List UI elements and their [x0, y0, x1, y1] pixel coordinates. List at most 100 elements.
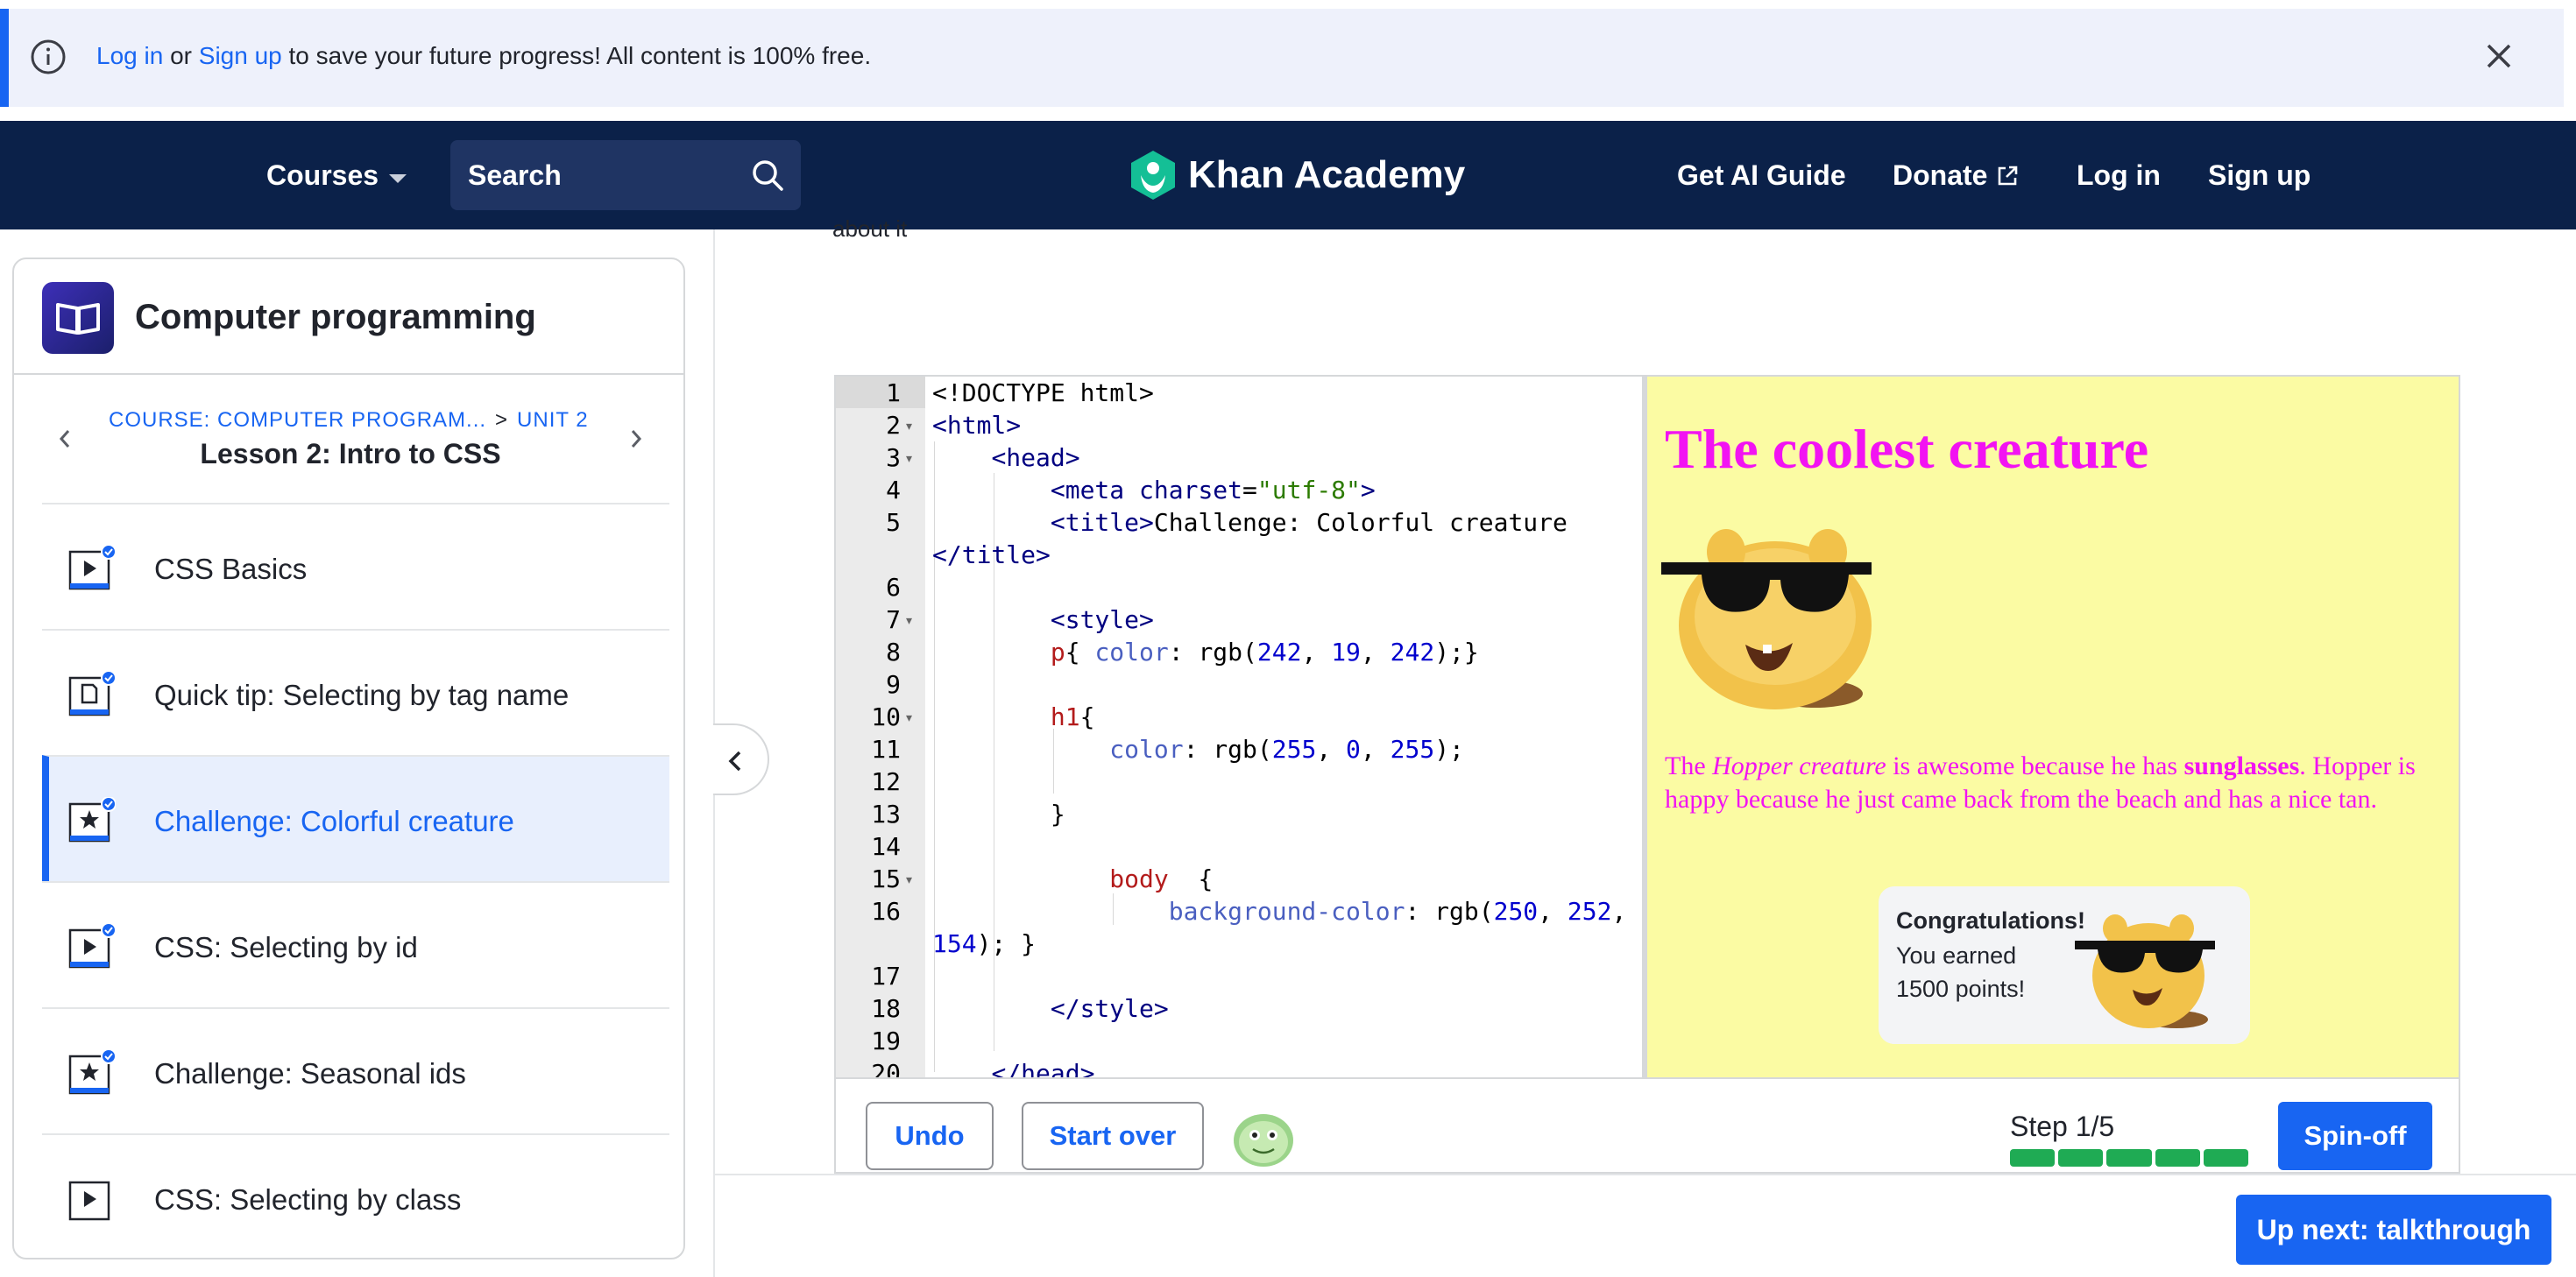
code-line: <html>	[932, 411, 1022, 440]
spin-off-button[interactable]: Spin-off	[2278, 1102, 2432, 1170]
fold-arrow-icon[interactable]: ▾	[906, 451, 912, 466]
star-icon	[68, 797, 116, 843]
chevron-right-icon[interactable]	[626, 426, 647, 452]
progress-segment	[2106, 1149, 2152, 1167]
fold-arrow-icon[interactable]: ▾	[906, 613, 912, 628]
search-icon[interactable]	[750, 158, 785, 193]
chevron-down-icon	[389, 173, 407, 183]
lesson-title: Lesson 2: Intro to CSS	[200, 438, 501, 469]
line-number: 16	[871, 897, 901, 926]
preview-para-emphasis: Hopper creature	[1712, 751, 1886, 780]
undo-button[interactable]: Undo	[866, 1102, 994, 1170]
line-number: 19	[871, 1027, 901, 1055]
preview-para-text: The	[1665, 751, 1713, 780]
line-number: 12	[871, 767, 901, 796]
code-editor[interactable]: 1 2 3 4 5 6 7 8 9 10 11 12 13 14 15 16 1…	[834, 375, 1644, 1079]
line-number: 17	[871, 962, 901, 991]
code-line: <head>	[991, 443, 1080, 472]
donate-label: Donate	[1893, 159, 1988, 191]
sidebar-item-selecting-by-class[interactable]: CSS: Selecting by class	[42, 1133, 669, 1258]
preview-paragraph: The Hopper creature is awesome because h…	[1665, 750, 2445, 816]
line-number: 8	[886, 638, 901, 667]
video-icon	[68, 923, 116, 969]
search-box	[450, 140, 801, 210]
line-number: 2	[886, 411, 901, 440]
banner-signup-link[interactable]: Sign up	[199, 42, 282, 69]
sidebar-item-label: CSS: Selecting by id	[154, 931, 418, 963]
course-sidebar: Computer programming COURSE: COMPUTER PR…	[12, 258, 685, 1259]
breadcrumb-course[interactable]: COURSE: COMPUTER PROGRAM...	[109, 408, 486, 432]
sidebar-item-quick-tip[interactable]: Quick tip: Selecting by tag name	[42, 629, 669, 755]
sidebar-item-colorful-creature[interactable]: Challenge: Colorful creature	[42, 755, 669, 881]
lesson-list: CSS Basics Quick tip: Selecting by tag n…	[42, 503, 669, 1258]
code-line: </head>	[991, 1059, 1095, 1079]
login-link[interactable]: Log in	[2077, 159, 2161, 192]
progress-segment	[2010, 1149, 2056, 1167]
code-line: body {	[1109, 864, 1214, 893]
sidebar-item-label: Challenge: Seasonal ids	[154, 1057, 466, 1090]
search-input[interactable]	[468, 140, 731, 210]
hint-character-icon[interactable]	[1230, 1107, 1297, 1168]
sidebar-item-label: CSS Basics	[154, 553, 308, 585]
progress-segment	[2155, 1149, 2200, 1167]
courses-menu[interactable]: Courses	[266, 159, 407, 192]
line-number: 14	[871, 832, 901, 861]
code-line: </style>	[1050, 994, 1169, 1023]
code-line: }	[932, 800, 1065, 829]
sidebar-item-label: Challenge: Colorful creature	[154, 805, 514, 837]
sidebar-item-seasonal-ids[interactable]: Challenge: Seasonal ids	[42, 1007, 669, 1133]
fold-arrow-icon[interactable]: ▾	[906, 419, 912, 434]
login-banner: Log in or Sign up to save your future pr…	[0, 9, 2564, 107]
line-number: 9	[886, 670, 901, 699]
hopper-mascot-icon	[2075, 914, 2215, 1028]
banner-message: Log in or Sign up to save your future pr…	[96, 42, 871, 70]
preview-heading: The coolest creature	[1665, 418, 2149, 480]
chevron-left-icon	[728, 751, 741, 772]
progress-segment	[2203, 1149, 2249, 1167]
preview-para-text: is awesome because he has	[1886, 751, 2184, 780]
line-number: 11	[871, 735, 901, 764]
code-line: <!DOCTYPE html>	[932, 378, 1154, 407]
signup-link[interactable]: Sign up	[2208, 159, 2311, 192]
hopper-creature-image	[1661, 529, 1872, 709]
video-icon	[68, 1181, 110, 1221]
footer-divider	[715, 1174, 2576, 1175]
khan-logo-icon	[1131, 151, 1175, 200]
code-line: <title>Challenge: Colorful creature	[1050, 508, 1568, 537]
breadcrumb: COURSE: COMPUTER PROGRAM... > UNIT 2 Lesso…	[14, 375, 683, 503]
banner-or-text: or	[170, 42, 192, 69]
courses-label: Courses	[266, 159, 379, 191]
khan-academy-logo[interactable]: Khan Academy	[1129, 149, 1465, 201]
sidebar-header: Computer programming	[14, 259, 683, 375]
collapse-sidebar-button[interactable]	[713, 723, 769, 795]
course-title: Computer programming	[135, 298, 536, 336]
code-line: color: rgb(255, 0, 255);	[1109, 735, 1464, 764]
line-number: 6	[886, 573, 901, 602]
banner-message-text: to save your future progress! All conten…	[288, 42, 872, 69]
breadcrumb-unit[interactable]: UNIT 2	[517, 408, 589, 432]
line-number: 4	[886, 476, 901, 504]
code-line: background-color: rgb(250, 252,	[1168, 897, 1627, 926]
up-next-button[interactable]: Up next: talkthrough	[2236, 1195, 2551, 1265]
ai-guide-link[interactable]: Get AI Guide	[1677, 159, 1846, 192]
external-link-icon	[1999, 166, 2018, 185]
fold-arrow-icon[interactable]: ▾	[906, 710, 912, 725]
video-icon	[68, 545, 116, 590]
banner-login-link[interactable]: Log in	[96, 42, 163, 69]
points-notification[interactable]: Congratulations! You earned 1500 points!	[1879, 886, 2250, 1044]
sidebar-item-selecting-by-id[interactable]: CSS: Selecting by id	[42, 881, 669, 1007]
code-line: h1{	[1050, 702, 1095, 731]
fold-arrow-icon[interactable]: ▾	[906, 872, 912, 887]
sidebar-item-css-basics[interactable]: CSS Basics	[42, 503, 669, 629]
code-line: 154); }	[932, 929, 1037, 958]
info-icon	[31, 39, 66, 74]
article-icon	[68, 671, 116, 716]
start-over-button[interactable]: Start over	[1022, 1102, 1204, 1170]
line-number: 15	[871, 864, 901, 893]
donate-link[interactable]: Donate	[1893, 159, 2019, 192]
close-icon[interactable]	[2483, 40, 2515, 72]
editor-toolbar: Undo Start over Step 1/5 Spin-off	[834, 1079, 2460, 1174]
line-number: 13	[871, 800, 901, 829]
book-icon	[42, 282, 114, 354]
preview-para-strong: sunglasses	[2183, 751, 2300, 780]
